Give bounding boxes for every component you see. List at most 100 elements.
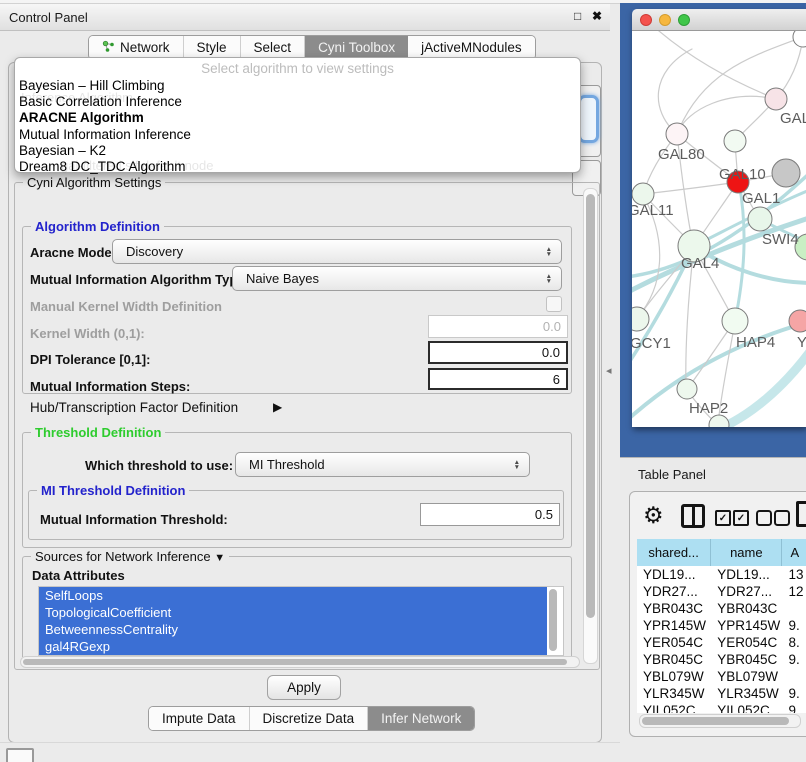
mi-steps-field[interactable]: 6 — [428, 368, 568, 390]
kernel-width-value: 0.0 — [543, 319, 561, 334]
column-header-a[interactable]: A — [782, 539, 806, 566]
network-node[interactable] — [772, 159, 800, 187]
network-node[interactable] — [722, 308, 748, 334]
collapse-arrow-icon[interactable] — [214, 549, 225, 564]
tab-select[interactable]: Select — [241, 36, 306, 59]
algorithm-option-bayesian-hill-climbing[interactable]: Bayesian – Hill Climbing — [15, 78, 580, 94]
which-threshold-select[interactable]: MI Threshold — [235, 452, 530, 477]
tab-impute-data[interactable]: Impute Data — [149, 707, 250, 730]
tab-label: Infer Network — [381, 711, 461, 726]
data-attributes-list[interactable]: SelfLoopsTopologicalCoefficientBetweenne… — [38, 586, 564, 656]
sources-title-wrap: Sources for Network Inference — [31, 549, 229, 564]
tab-infer-network[interactable]: Infer Network — [368, 707, 474, 730]
column-header-name[interactable]: name — [711, 539, 782, 566]
expand-arrow-icon[interactable] — [273, 399, 282, 414]
table-cell: YLR345W — [637, 686, 711, 701]
table-hscrollbar-thumb[interactable] — [642, 717, 789, 725]
table-row[interactable]: YBR045CYBR045C9. — [637, 651, 806, 668]
deselect-all-checkbox-icon-2[interactable] — [774, 510, 790, 526]
network-node[interactable] — [748, 207, 772, 231]
network-node[interactable] — [789, 310, 806, 332]
algorithm-option-dream8-dc-tdc-algorithm[interactable]: Dream8 DC_TDC Algorithm — [15, 159, 580, 175]
tab-network[interactable]: Network — [89, 36, 184, 59]
node-label-swi4: SWI4 — [762, 231, 799, 248]
settings-scrollbar[interactable] — [583, 188, 598, 664]
attribute-item-topologicalcoefficient[interactable]: TopologicalCoefficient — [39, 604, 547, 621]
mi-threshold-title: MI Threshold Definition — [37, 483, 189, 498]
focused-button-peek[interactable] — [578, 95, 599, 143]
apply-button[interactable]: Apply — [267, 675, 341, 700]
gear-icon[interactable] — [643, 502, 664, 529]
control-panel-titlebar: Control Panel — [0, 4, 610, 31]
algorithm-option-mutual-information-inference[interactable]: Mutual Information Inference — [15, 127, 580, 143]
table-cell: 9. — [783, 618, 806, 633]
panel-bottom-divider — [0, 742, 620, 743]
table-row[interactable]: YPR145WYPR145W9. — [637, 617, 806, 634]
network-node[interactable] — [632, 307, 649, 331]
algorithm-option-bayesian-k2[interactable]: Bayesian – K2 — [15, 143, 580, 159]
algorithm-option-basic-correlation-inference[interactable]: Basic Correlation Inference — [15, 94, 580, 110]
attribute-item-gal4rgexp[interactable]: gal4RGexp — [39, 638, 547, 655]
network-node[interactable] — [677, 379, 697, 399]
table-cell: 8. — [783, 635, 806, 650]
table-row[interactable]: YDL19...YDL19...13 — [637, 566, 806, 583]
mi-threshold-field[interactable]: 0.5 — [420, 503, 560, 526]
tab-discretize-data[interactable]: Discretize Data — [250, 707, 369, 730]
network-node[interactable] — [793, 31, 806, 47]
aracne-mode-select[interactable]: Discovery — [112, 239, 562, 264]
table-row[interactable]: YLR345WYLR345W9. — [637, 685, 806, 702]
select-all-checkbox-icon-2[interactable] — [733, 510, 749, 526]
table-cell: YDR27... — [711, 584, 782, 599]
float-panel-icon[interactable] — [574, 9, 581, 23]
mi-type-select[interactable]: Naive Bayes — [232, 266, 562, 291]
zoom-window-icon[interactable] — [678, 14, 690, 26]
network-node[interactable] — [666, 123, 688, 145]
algorithm-dropdown-popup: Select algorithm to view settings Bayesi… — [14, 57, 581, 173]
select-all-checkbox-icon[interactable] — [715, 510, 731, 526]
deselect-all-checkbox-icon[interactable] — [756, 510, 772, 526]
table-row[interactable]: YIL052CYIL052C9. — [637, 702, 806, 713]
network-edge — [658, 49, 692, 134]
mi-threshold-label: Mutual Information Threshold: — [40, 512, 228, 527]
network-canvas[interactable]: GALGAL80GAL10GAL1GAL11SWI4GAL4GCY1HAP4YH… — [632, 31, 806, 427]
settings-hscrollbar[interactable] — [20, 656, 580, 668]
settings-scrollbar-thumb[interactable] — [586, 194, 595, 618]
attribute-item-betweennesscentrality[interactable]: BetweennessCentrality — [39, 621, 547, 638]
split-panel-icon[interactable] — [681, 504, 705, 528]
attribute-item-selfloops[interactable]: SelfLoops — [39, 587, 547, 604]
node-label-hap4: HAP4 — [736, 334, 775, 351]
table-cell: YBR045C — [711, 652, 782, 667]
import-table-icon[interactable] — [796, 501, 806, 527]
manual-kernel-checkbox[interactable] — [546, 296, 562, 312]
table-row[interactable]: YDR27...YDR27...12 — [637, 583, 806, 600]
network-node[interactable] — [765, 88, 787, 110]
tab-label: Impute Data — [162, 711, 236, 726]
close-window-icon[interactable] — [640, 14, 652, 26]
tab-label: Style — [197, 40, 227, 55]
node-label-hap2: HAP2 — [689, 400, 728, 417]
table-row[interactable]: YER054CYER054C8. — [637, 634, 806, 651]
tab-style[interactable]: Style — [184, 36, 241, 59]
hub-section-label[interactable]: Hub/Transcription Factor Definition — [30, 400, 238, 415]
column-header-shared-[interactable]: shared... — [637, 539, 711, 566]
close-panel-icon[interactable] — [592, 9, 602, 23]
settings-hscrollbar-thumb[interactable] — [23, 659, 567, 665]
settings-group-title: Cyni Algorithm Settings — [23, 175, 165, 190]
table-cell: YDL19... — [711, 567, 782, 582]
table-hscrollbar[interactable] — [639, 714, 801, 728]
bottom-tab-bar: Impute Data Discretize Data Infer Network — [148, 706, 475, 731]
table-row[interactable]: YBL079WYBL079W — [637, 668, 806, 685]
table-row[interactable]: YBR043CYBR043C — [637, 600, 806, 617]
node-label-gal80: GAL80 — [658, 146, 705, 163]
mi-steps-value: 6 — [553, 372, 560, 387]
minimized-panel-icon[interactable] — [6, 748, 34, 762]
network-node[interactable] — [724, 130, 746, 152]
splitter-collapse-icon[interactable] — [606, 364, 612, 377]
minimize-window-icon[interactable] — [659, 14, 671, 26]
mi-steps-label: Mutual Information Steps: — [30, 379, 190, 394]
tab-jactivemnodules[interactable]: jActiveMNodules — [408, 36, 535, 59]
dpi-tolerance-field[interactable]: 0.0 — [428, 341, 568, 364]
tab-cyni-toolbox[interactable]: Cyni Toolbox — [305, 36, 408, 59]
algorithm-option-aracne-algorithm[interactable]: ARACNE Algorithm — [15, 110, 580, 126]
attribute-list-scrollbar-thumb[interactable] — [549, 589, 557, 651]
